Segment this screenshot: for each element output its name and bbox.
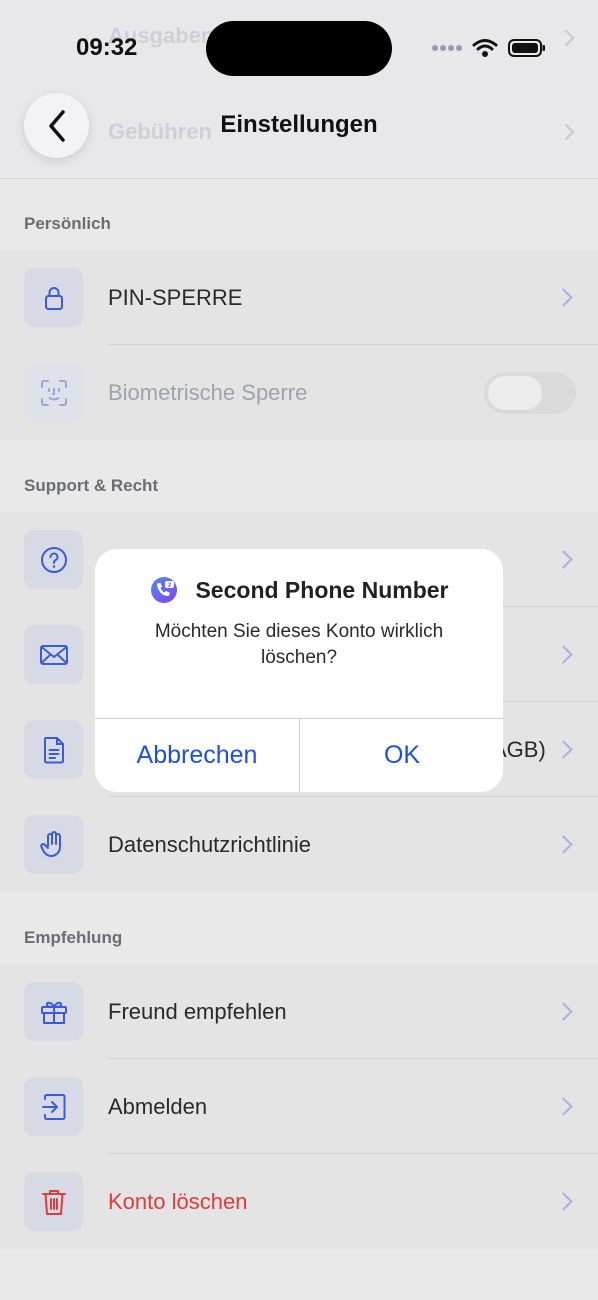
hand-icon: [24, 815, 83, 874]
settings-row-label: Abmelden: [108, 1094, 208, 1119]
section-label-support: Support & Recht: [24, 476, 159, 495]
settings-row-privacy-policy[interactable]: Datenschutzrichtlinie: [0, 797, 598, 892]
chevron-right-icon: [554, 1002, 573, 1021]
chevron-right-icon: [554, 645, 573, 664]
logout-icon: [24, 1077, 83, 1136]
settings-row-label: Freund empfehlen: [108, 999, 287, 1024]
settings-row-label: Biometrische Sperre: [108, 380, 308, 405]
signal-dots-icon: [432, 45, 462, 51]
section-referral: Freund empfehlen Abmelden Konto löschen: [0, 964, 598, 1249]
settings-row-biometric-lock: Biometrische Sperre: [0, 345, 598, 440]
dialog-header: 2 Second Phone Number: [95, 575, 503, 605]
status-bar: 09:32: [0, 0, 598, 95]
settings-row-label: Konto löschen: [108, 1189, 248, 1214]
settings-row-label: PIN-SPERRE: [108, 285, 243, 310]
section-label-personal: Persönlich: [24, 214, 111, 233]
section-personal: PIN-SPERRE Biometrische Sperre: [0, 250, 598, 440]
face-id-icon: [24, 363, 83, 422]
chevron-right-icon: [554, 288, 573, 307]
chevron-right-icon: [554, 1192, 573, 1211]
ok-button[interactable]: OK: [300, 719, 503, 792]
chevron-right-icon: [554, 1097, 573, 1116]
settings-row-refer-friend[interactable]: Freund empfehlen: [0, 964, 598, 1059]
biometric-toggle[interactable]: [484, 372, 576, 414]
status-time: 09:32: [76, 34, 138, 61]
trash-icon: [24, 1172, 83, 1231]
status-icons: [432, 38, 546, 58]
settings-row-label: Datenschutzrichtlinie: [108, 832, 311, 857]
settings-row-logout[interactable]: Abmelden: [0, 1059, 598, 1154]
delete-account-dialog: 2 Second Phone Number Möchten Sie dieses…: [95, 549, 503, 792]
help-circle-icon: [24, 530, 83, 589]
cancel-button[interactable]: Abbrechen: [95, 719, 299, 792]
toggle-knob: [488, 376, 542, 410]
settings-row-pin-lock[interactable]: PIN-SPERRE: [0, 250, 598, 345]
lock-icon: [24, 268, 83, 327]
document-icon: [24, 720, 83, 779]
mail-icon: [24, 625, 83, 684]
second-phone-number-app-icon: 2: [151, 577, 178, 603]
svg-text:2: 2: [168, 583, 172, 589]
dialog-title: Second Phone Number: [195, 576, 449, 603]
battery-icon: [508, 39, 545, 57]
dialog-message: Möchten Sie dieses Konto wirklich lösche…: [154, 621, 444, 668]
dynamic-island: [206, 21, 392, 76]
settings-row-delete-account[interactable]: Konto löschen: [0, 1154, 598, 1249]
gift-icon: [24, 982, 83, 1041]
chevron-right-icon: [554, 740, 573, 759]
page-title: Einstellungen: [220, 111, 378, 138]
wifi-icon: [472, 39, 498, 57]
section-label-referral: Empfehlung: [24, 928, 123, 947]
chevron-right-icon: [554, 550, 573, 569]
chevron-right-icon: [554, 835, 573, 854]
